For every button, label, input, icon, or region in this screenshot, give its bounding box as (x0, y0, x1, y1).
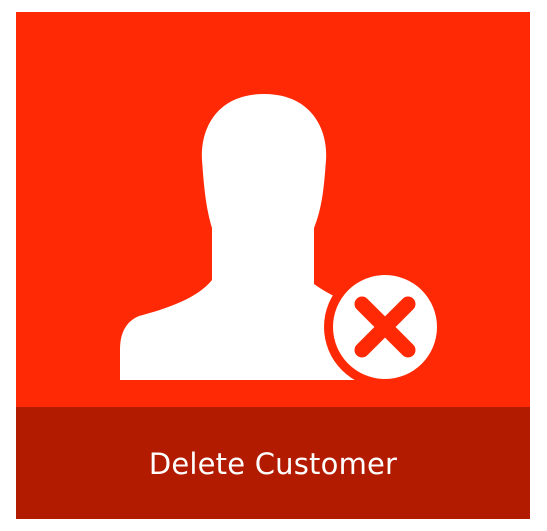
tile-art (16, 12, 530, 407)
delete-customer-label: Delete Customer (148, 447, 398, 481)
delete-x-icon (324, 266, 446, 388)
delete-customer-tile[interactable]: Delete Customer (16, 12, 530, 519)
tile-footer: Delete Customer (16, 407, 530, 519)
